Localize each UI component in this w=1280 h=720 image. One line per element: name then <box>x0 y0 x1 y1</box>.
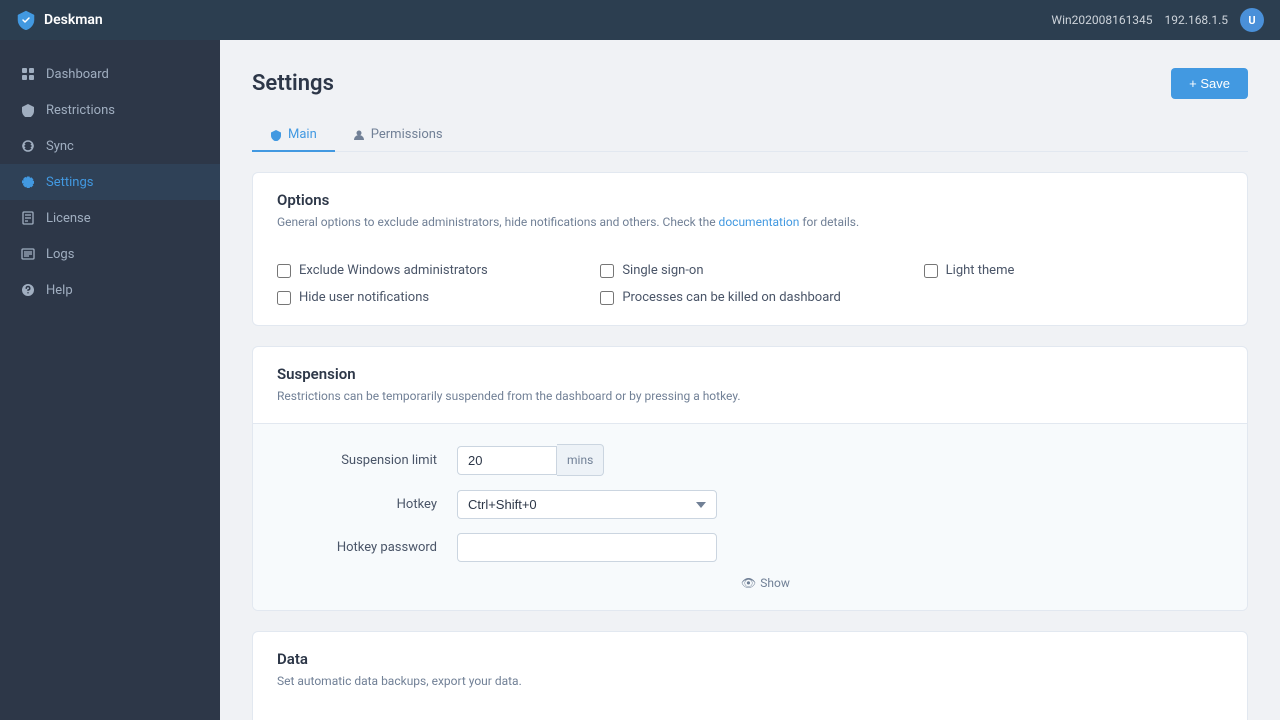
sidebar-label-help: Help <box>46 283 73 298</box>
ip-address: 192.168.1.5 <box>1165 13 1228 27</box>
sync-icon <box>20 138 36 154</box>
kill-processes-label: Processes can be killed on dashboard <box>622 290 841 305</box>
checkbox-light-theme[interactable]: Light theme <box>924 263 1223 278</box>
main-tab-icon <box>270 129 282 141</box>
single-sign-on-input[interactable] <box>600 264 614 278</box>
suspension-limit-label: Suspension limit <box>277 453 457 468</box>
eye-icon: 👁 <box>741 576 756 590</box>
hotkey-password-input[interactable] <box>457 533 717 562</box>
sidebar-label-restrictions: Restrictions <box>46 103 115 118</box>
sidebar-label-settings: Settings <box>46 175 93 190</box>
sidebar-label-logs: Logs <box>46 247 74 262</box>
sidebar: Dashboard Restrictions Sync Settings Lic… <box>0 40 220 720</box>
options-header: Options General options to exclude admin… <box>253 173 1247 249</box>
light-theme-input[interactable] <box>924 264 938 278</box>
suspension-header: Suspension Restrictions can be temporari… <box>253 347 1247 423</box>
kill-processes-input[interactable] <box>600 291 614 305</box>
suspension-desc: Restrictions can be temporarily suspende… <box>277 387 1223 405</box>
help-icon <box>20 282 36 298</box>
hotkey-label: Hotkey <box>277 497 457 512</box>
data-section: Data Set automatic data backups, export … <box>252 631 1248 720</box>
checkbox-kill-processes[interactable]: Processes can be killed on dashboard <box>600 290 899 305</box>
machine-name: Win202008161345 <box>1051 13 1152 27</box>
sidebar-label-sync: Sync <box>46 139 74 154</box>
tab-permissions-label: Permissions <box>371 127 443 142</box>
topbar-right: Win202008161345 192.168.1.5 U <box>1051 8 1264 32</box>
page-title: Settings <box>252 71 334 96</box>
avatar[interactable]: U <box>1240 8 1264 32</box>
exclude-admins-label: Exclude Windows administrators <box>299 263 488 278</box>
logs-icon <box>20 246 36 262</box>
sidebar-item-dashboard[interactable]: Dashboard <box>0 56 220 92</box>
data-section-title: Data <box>277 650 1223 668</box>
suspension-section: Suspension Restrictions can be temporari… <box>252 346 1248 611</box>
tab-main-label: Main <box>288 127 317 142</box>
suspension-limit-unit: mins <box>557 444 604 476</box>
options-grid: Exclude Windows administrators Single si… <box>253 249 1247 325</box>
checkbox-hide-notifications[interactable]: Hide user notifications <box>277 290 576 305</box>
hide-notifications-label: Hide user notifications <box>299 290 429 305</box>
hotkey-row: Hotkey Ctrl+Shift+0 Ctrl+Shift+1 Ctrl+Sh… <box>277 490 1223 519</box>
dashboard-icon <box>20 66 36 82</box>
sidebar-item-license[interactable]: License <box>0 200 220 236</box>
topbar: Deskman Win202008161345 192.168.1.5 U <box>0 0 1280 40</box>
hide-notifications-input[interactable] <box>277 291 291 305</box>
checkbox-exclude-admins[interactable]: Exclude Windows administrators <box>277 263 576 278</box>
shield-icon <box>16 10 36 30</box>
sidebar-item-logs[interactable]: Logs <box>0 236 220 272</box>
tab-permissions[interactable]: Permissions <box>335 119 461 152</box>
sidebar-item-help[interactable]: Help <box>0 272 220 308</box>
restrictions-icon <box>20 102 36 118</box>
sidebar-label-license: License <box>46 211 91 226</box>
license-icon <box>20 210 36 226</box>
exclude-admins-input[interactable] <box>277 264 291 278</box>
main-content: Settings + Save Main Permissions Options… <box>220 40 1280 720</box>
checkbox-single-sign-on[interactable]: Single sign-on <box>600 263 899 278</box>
brand: Deskman <box>16 10 103 30</box>
suspension-limit-input-group: mins <box>457 444 604 476</box>
options-title: Options <box>277 191 1223 209</box>
save-button[interactable]: + Save <box>1171 68 1248 99</box>
layout: Dashboard Restrictions Sync Settings Lic… <box>0 40 1280 720</box>
suspension-limit-input[interactable] <box>457 446 557 475</box>
hotkey-password-label: Hotkey password <box>277 540 457 555</box>
brand-name: Deskman <box>44 12 103 28</box>
permissions-tab-icon <box>353 129 365 141</box>
page-header: Settings + Save <box>252 68 1248 99</box>
options-desc: General options to exclude administrator… <box>277 213 1223 231</box>
suspension-limit-row: Suspension limit mins <box>277 444 1223 476</box>
tab-main[interactable]: Main <box>252 119 335 152</box>
sidebar-item-sync[interactable]: Sync <box>0 128 220 164</box>
single-sign-on-label: Single sign-on <box>622 263 703 278</box>
show-password-toggle[interactable]: 👁 Show <box>741 576 1223 590</box>
doc-link[interactable]: documentation <box>719 215 800 229</box>
suspension-form: Suspension limit mins Hotkey Ctrl+Shift+… <box>253 423 1247 610</box>
hotkey-select[interactable]: Ctrl+Shift+0 Ctrl+Shift+1 Ctrl+Shift+2 <box>457 490 717 519</box>
sidebar-item-settings[interactable]: Settings <box>0 164 220 200</box>
tabs: Main Permissions <box>252 119 1248 152</box>
data-section-header: Data Set automatic data backups, export … <box>253 632 1247 708</box>
settings-icon <box>20 174 36 190</box>
light-theme-label: Light theme <box>946 263 1015 278</box>
suspension-title: Suspension <box>277 365 1223 383</box>
show-label: Show <box>760 576 790 590</box>
options-section: Options General options to exclude admin… <box>252 172 1248 326</box>
sidebar-item-restrictions[interactable]: Restrictions <box>0 92 220 128</box>
data-section-desc: Set automatic data backups, export your … <box>277 672 1223 690</box>
sidebar-label-dashboard: Dashboard <box>46 67 109 82</box>
hotkey-password-row: Hotkey password <box>277 533 1223 562</box>
